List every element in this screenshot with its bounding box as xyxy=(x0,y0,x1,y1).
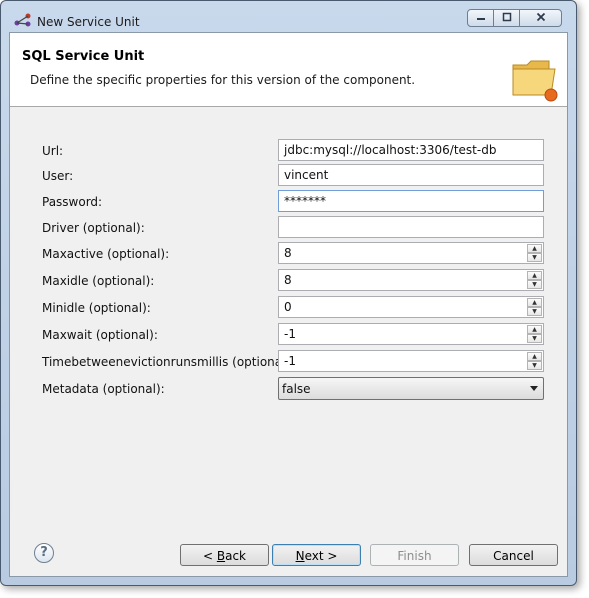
spin-down-icon[interactable]: ▼ xyxy=(527,307,542,316)
maximize-button[interactable] xyxy=(494,9,520,27)
minimize-button[interactable] xyxy=(467,9,494,27)
minidle-spinner[interactable]: 0 ▲ ▼ xyxy=(278,296,544,318)
finish-button[interactable]: Finish xyxy=(370,544,459,566)
spin-down-icon[interactable]: ▼ xyxy=(527,361,542,370)
user-input[interactable]: vincent xyxy=(278,164,544,186)
close-icon xyxy=(536,12,546,25)
minidle-row: Minidle (optional): 0 ▲ ▼ xyxy=(10,296,567,320)
minidle-spin-buttons: ▲ ▼ xyxy=(527,298,542,316)
minidle-label: Minidle (optional): xyxy=(42,301,151,315)
url-row: Url: jdbc:mysql://localhost:3306/test-db xyxy=(10,139,567,163)
dialog-client-area: SQL Service Unit Define the specific pro… xyxy=(9,32,568,577)
timebetween-spinner[interactable]: -1 ▲ ▼ xyxy=(278,350,544,372)
minimize-icon xyxy=(476,12,486,25)
window-controls xyxy=(467,9,562,27)
user-row: User: vincent xyxy=(10,164,567,188)
page-description: Define the specific properties for this … xyxy=(30,73,416,87)
next-label-rest: ext > xyxy=(304,549,338,563)
spin-up-icon[interactable]: ▲ xyxy=(527,271,542,280)
maxactive-value: 8 xyxy=(284,246,292,260)
app-icon xyxy=(14,13,31,27)
back-button[interactable]: < Back xyxy=(180,544,269,566)
maximize-icon xyxy=(502,12,512,25)
timebetween-label: Timebetweenevictionrunsmillis (optional)… xyxy=(42,355,295,369)
spin-down-icon[interactable]: ▼ xyxy=(527,253,542,262)
page-title: SQL Service Unit xyxy=(22,49,145,64)
maxidle-spinner[interactable]: 8 ▲ ▼ xyxy=(278,269,544,291)
maxactive-spin-buttons: ▲ ▼ xyxy=(527,244,542,262)
user-value: vincent xyxy=(284,168,329,182)
minidle-value: 0 xyxy=(284,300,292,314)
driver-row: Driver (optional): xyxy=(10,216,567,240)
help-icon[interactable]: ? xyxy=(34,543,54,563)
close-button[interactable] xyxy=(520,9,562,27)
window-title: New Service Unit xyxy=(37,15,140,29)
maxidle-value: 8 xyxy=(284,273,292,287)
driver-input[interactable] xyxy=(278,216,544,238)
spin-up-icon[interactable]: ▲ xyxy=(527,298,542,307)
spin-down-icon[interactable]: ▼ xyxy=(527,334,542,343)
url-input[interactable]: jdbc:mysql://localhost:3306/test-db xyxy=(278,139,544,161)
wizard-banner: SQL Service Unit Define the specific pro… xyxy=(10,33,567,107)
timebetween-value: -1 xyxy=(284,354,296,368)
password-row: Password: ******* xyxy=(10,190,567,214)
metadata-row: Metadata (optional): false xyxy=(10,377,567,401)
maxactive-label: Maxactive (optional): xyxy=(42,247,170,261)
back-prefix: < xyxy=(202,549,217,563)
maxactive-row: Maxactive (optional): 8 ▲ ▼ xyxy=(10,242,567,266)
timebetween-spin-buttons: ▲ ▼ xyxy=(527,352,542,370)
timebetween-row: Timebetweenevictionrunsmillis (optional)… xyxy=(10,350,567,374)
metadata-value: false xyxy=(282,382,311,396)
next-button[interactable]: Next > xyxy=(272,544,361,566)
driver-label: Driver (optional): xyxy=(42,221,145,235)
spin-up-icon[interactable]: ▲ xyxy=(527,352,542,361)
maxidle-row: Maxidle (optional): 8 ▲ ▼ xyxy=(10,269,567,293)
maxwait-value: -1 xyxy=(284,327,296,341)
chevron-down-icon xyxy=(530,386,538,391)
password-value: ******* xyxy=(284,194,326,208)
maxwait-spinner[interactable]: -1 ▲ ▼ xyxy=(278,323,544,345)
maxwait-row: Maxwait (optional): -1 ▲ ▼ xyxy=(10,323,567,347)
metadata-select[interactable]: false xyxy=(278,377,544,400)
cancel-button[interactable]: Cancel xyxy=(469,544,558,566)
back-mnemonic: B xyxy=(216,549,226,563)
back-label-rest: ack xyxy=(225,549,246,563)
spin-up-icon[interactable]: ▲ xyxy=(527,244,542,253)
password-label: Password: xyxy=(42,195,103,209)
maxidle-spin-buttons: ▲ ▼ xyxy=(527,271,542,289)
maxactive-spinner[interactable]: 8 ▲ ▼ xyxy=(278,242,544,264)
url-value: jdbc:mysql://localhost:3306/test-db xyxy=(284,143,497,157)
spin-down-icon[interactable]: ▼ xyxy=(527,280,542,289)
user-label: User: xyxy=(42,169,74,183)
spin-up-icon[interactable]: ▲ xyxy=(527,325,542,334)
title-bar[interactable]: New Service Unit xyxy=(1,1,576,31)
password-input[interactable]: ******* xyxy=(278,190,544,212)
maxwait-spin-buttons: ▲ ▼ xyxy=(527,325,542,343)
dialog-window: New Service Unit SQL Service Unit Define… xyxy=(0,0,577,586)
maxidle-label: Maxidle (optional): xyxy=(42,274,155,288)
next-mnemonic: N xyxy=(295,549,305,563)
maxwait-label: Maxwait (optional): xyxy=(42,328,158,342)
url-label: Url: xyxy=(42,144,64,158)
metadata-label: Metadata (optional): xyxy=(42,382,165,396)
folder-icon xyxy=(512,60,558,102)
